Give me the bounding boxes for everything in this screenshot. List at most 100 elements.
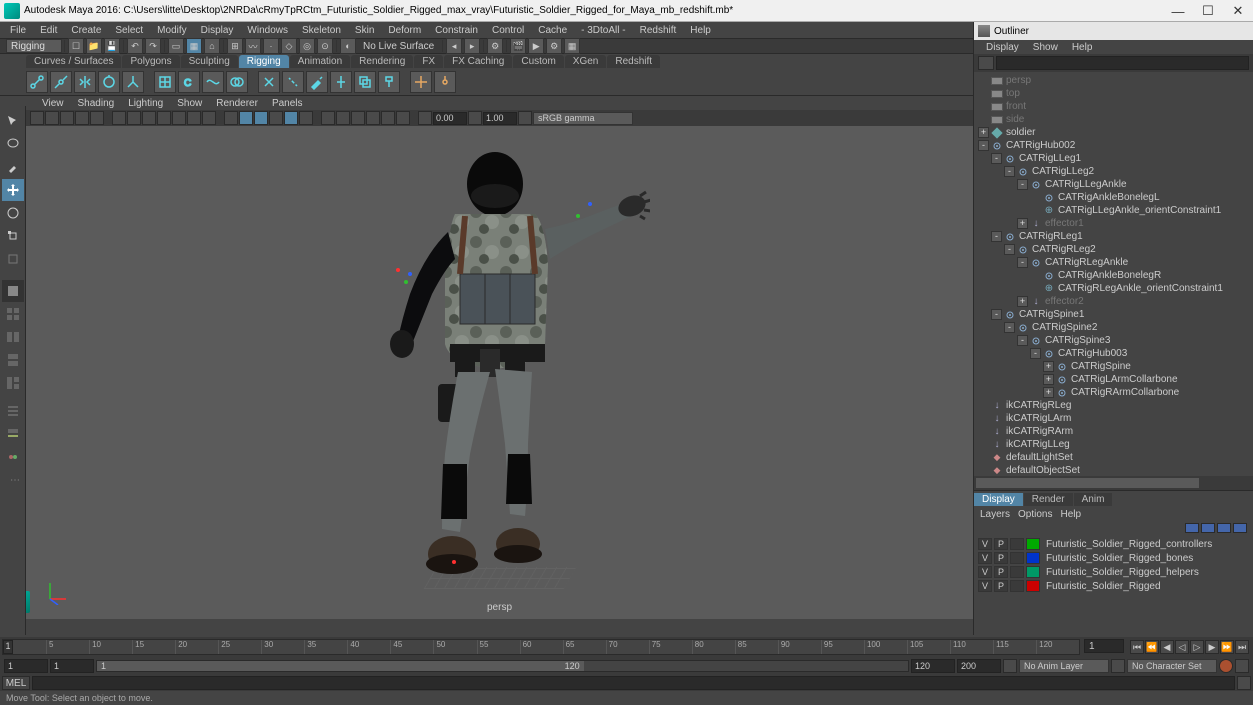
menu-select[interactable]: Select [109,24,149,37]
script-language-label[interactable]: MEL [2,676,30,690]
shelf-tab-curvessurfaces[interactable]: Curves / Surfaces [26,55,121,68]
vp-screen-ao-icon[interactable] [366,111,380,125]
vp-menu-shading[interactable]: Shading [72,98,121,109]
expand-toggle[interactable]: + [1017,296,1028,307]
vp-shadows-icon[interactable] [299,111,313,125]
workspace-mode-select[interactable]: Rigging [6,39,62,53]
vp-view-transform-icon[interactable] [518,111,532,125]
display-layer-row[interactable]: VPFuturistic_Soldier_Rigged_controllers [978,537,1249,551]
command-input[interactable] [32,676,1235,690]
render-frame-icon[interactable]: 🎬 [510,38,526,54]
layer-menu-layers[interactable]: Layers [980,509,1010,520]
step-back-frame-button[interactable]: ◀ [1160,640,1174,654]
outliner-item[interactable]: +soldier [974,126,1253,139]
move-layer-up-icon[interactable] [1185,523,1199,533]
expand-toggle[interactable]: - [1017,335,1028,346]
shelf-bind-skin-icon[interactable] [258,71,280,93]
vp-exposure-icon[interactable] [418,111,432,125]
menu-control[interactable]: Control [486,24,530,37]
two-pane-stack-layout[interactable] [2,349,24,371]
viewport[interactable]: persp [26,126,973,619]
shelf-joint-tool-icon[interactable] [26,71,48,93]
ipr-render-icon[interactable]: ▶ [528,38,544,54]
history-toggle-icon[interactable]: ◂ [446,38,462,54]
expand-toggle[interactable]: + [1043,387,1054,398]
layer-visibility-toggle[interactable]: V [978,566,992,578]
snap-curve-icon[interactable]: 〰 [245,38,261,54]
snap-center-icon[interactable]: ⊙ [317,38,333,54]
layer-color-swatch[interactable] [1026,538,1040,550]
shelf-mirror-weights-icon[interactable] [330,71,352,93]
single-pane-layout[interactable] [2,280,24,302]
expand-toggle[interactable]: - [1017,257,1028,268]
select-mode-hierarchy-icon[interactable]: ⌂ [204,38,220,54]
menu-skin[interactable]: Skin [349,24,380,37]
three-pane-layout[interactable] [2,372,24,394]
go-to-start-button[interactable]: ⏮ [1130,640,1144,654]
two-pane-side-layout[interactable] [2,326,24,348]
script-editor-button[interactable] [1237,676,1251,690]
vp-wire-on-shaded-icon[interactable] [269,111,283,125]
expand-toggle[interactable]: - [991,153,1002,164]
layer-playback-toggle[interactable]: P [994,552,1008,564]
time-slider-track[interactable]: 1510152025303540455055606570758085909510… [2,639,1080,655]
scale-tool[interactable] [2,225,24,247]
expand-toggle[interactable]: + [978,127,989,138]
expand-toggle[interactable]: - [1004,166,1015,177]
outliner-item[interactable]: CATRigLLegAnkle_orientConstraint1 [974,204,1253,217]
layer-playback-toggle[interactable]: P [994,566,1008,578]
expand-toggle[interactable]: + [1043,374,1054,385]
outliner-menu-show[interactable]: Show [1027,42,1064,53]
expand-toggle[interactable]: - [991,309,1002,320]
anim-prefs-button[interactable] [1235,659,1249,673]
playback-end-field[interactable] [911,659,955,673]
move-layer-down-icon[interactable] [1201,523,1215,533]
layer-visibility-toggle[interactable]: V [978,580,992,592]
display-layer-row[interactable]: VPFuturistic_Soldier_Rigged_bones [978,551,1249,565]
auto-key-button[interactable] [1219,659,1233,673]
shelf-insert-joint-icon[interactable] [50,71,72,93]
render-view-icon[interactable]: ▦ [564,38,580,54]
select-mode-component-icon[interactable]: ▦ [186,38,202,54]
menu-deform[interactable]: Deform [382,24,427,37]
layer-color-swatch[interactable] [1026,566,1040,578]
snap-point-icon[interactable]: · [263,38,279,54]
menu-file[interactable]: File [4,24,32,37]
vp-2d-pan-icon[interactable] [75,111,89,125]
layer-tab-display[interactable]: Display [974,493,1023,506]
shelf-constraint-parent-icon[interactable] [410,71,432,93]
shelf-detach-skin-icon[interactable] [282,71,304,93]
outliner-item[interactable]: defaultObjectSet [974,464,1253,476]
menu-redshift[interactable]: Redshift [634,24,683,37]
layer-visibility-toggle[interactable]: V [978,538,992,550]
layer-playback-toggle[interactable]: P [994,538,1008,550]
soldier-mesh[interactable] [350,144,650,614]
expand-toggle[interactable]: + [1017,218,1028,229]
layer-tab-anim[interactable]: Anim [1074,493,1113,506]
expand-toggle[interactable]: - [1004,322,1015,333]
open-scene-icon[interactable]: 📁 [86,38,102,54]
vp-field-chart-icon[interactable] [172,111,186,125]
shelf-wire-icon[interactable] [202,71,224,93]
shelf-ik-handle-icon[interactable] [122,71,144,93]
step-forward-key-button[interactable]: ⏩ [1220,640,1234,654]
outliner-item[interactable]: ikCATRigLArm [974,412,1253,425]
outliner-scrollbar-horizontal[interactable] [974,476,1253,490]
range-slider[interactable]: 1 120 [96,660,909,672]
shelf-tab-animation[interactable]: Animation [290,55,350,68]
shelf-cluster-icon[interactable]: C [178,71,200,93]
outliner-item[interactable]: top [974,87,1253,100]
new-empty-layer-icon[interactable] [1217,523,1231,533]
vp-bookmarks-icon[interactable] [45,111,59,125]
shelf-copy-weights-icon[interactable] [354,71,376,93]
snap-grid-icon[interactable]: ⊞ [227,38,243,54]
shelf-tab-rendering[interactable]: Rendering [351,55,413,68]
expand-toggle[interactable]: - [1017,179,1028,190]
menu-modify[interactable]: Modify [151,24,192,37]
shelf-tab-custom[interactable]: Custom [513,55,563,68]
rotate-tool[interactable] [2,202,24,224]
layer-menu-options[interactable]: Options [1018,509,1052,520]
shelf-tab-fxcaching[interactable]: FX Caching [444,55,512,68]
layer-playback-toggle[interactable]: P [994,580,1008,592]
construction-history-icon[interactable]: ⚙ [487,38,503,54]
